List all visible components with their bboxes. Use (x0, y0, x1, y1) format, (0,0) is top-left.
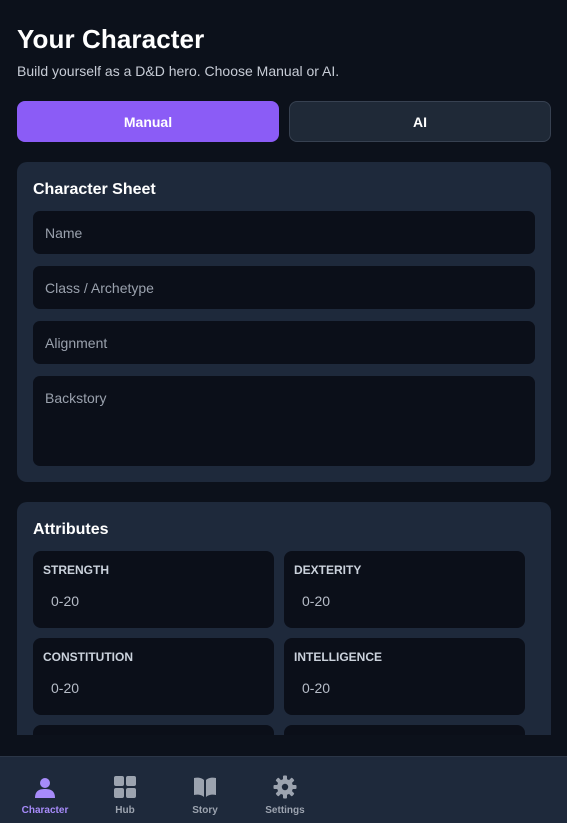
attribute-dexterity: DEXTERITY (284, 551, 525, 628)
character-sheet-card: Character Sheet (17, 162, 551, 482)
dexterity-input[interactable] (292, 587, 517, 615)
nav-item-character[interactable]: Character (10, 757, 80, 823)
attribute-label: DEXTERITY (294, 563, 362, 577)
book-icon (194, 777, 216, 797)
attribute-constitution: CONSTITUTION (33, 638, 274, 715)
class-archetype-input[interactable] (33, 266, 535, 309)
nav-item-story[interactable]: Story (170, 757, 240, 823)
ai-mode-button[interactable]: AI (289, 101, 551, 142)
manual-mode-button[interactable]: Manual (17, 101, 279, 142)
attribute-intelligence: INTELLIGENCE (284, 638, 525, 715)
attributes-card: Attributes STRENGTH DEXTERITY CONSTITUTI… (17, 502, 551, 735)
constitution-input[interactable] (41, 674, 266, 702)
person-icon (35, 778, 55, 798)
character-sheet-title: Character Sheet (33, 181, 156, 198)
backstory-textarea[interactable] (33, 376, 535, 466)
nav-item-hub[interactable]: Hub (90, 757, 160, 823)
main-scroll-area[interactable]: Your Character Build yourself as a D&D h… (0, 0, 567, 735)
strength-input[interactable] (41, 587, 266, 615)
nav-label: Settings (265, 805, 305, 816)
attribute-box-partial (284, 725, 525, 735)
page-title: Your Character (17, 24, 205, 54)
nav-label: Character (21, 805, 69, 816)
nav-label: Hub (115, 805, 135, 816)
name-input[interactable] (33, 211, 535, 254)
nav-label: Story (192, 805, 218, 816)
alignment-input[interactable] (33, 321, 535, 364)
grid-icon (114, 776, 136, 798)
attribute-strength: STRENGTH (33, 551, 274, 628)
bottom-navigation: Character Hub Story Settings (0, 756, 567, 823)
page-subtitle: Build yourself as a D&D hero. Choose Man… (17, 63, 340, 79)
intelligence-input[interactable] (292, 674, 517, 702)
attribute-label: CONSTITUTION (43, 650, 133, 664)
nav-item-settings[interactable]: Settings (250, 757, 320, 823)
attribute-label: INTELLIGENCE (294, 650, 383, 664)
attributes-title: Attributes (33, 521, 109, 538)
attribute-box-partial (33, 725, 274, 735)
attribute-label: STRENGTH (43, 563, 109, 577)
gear-icon (273, 775, 297, 799)
